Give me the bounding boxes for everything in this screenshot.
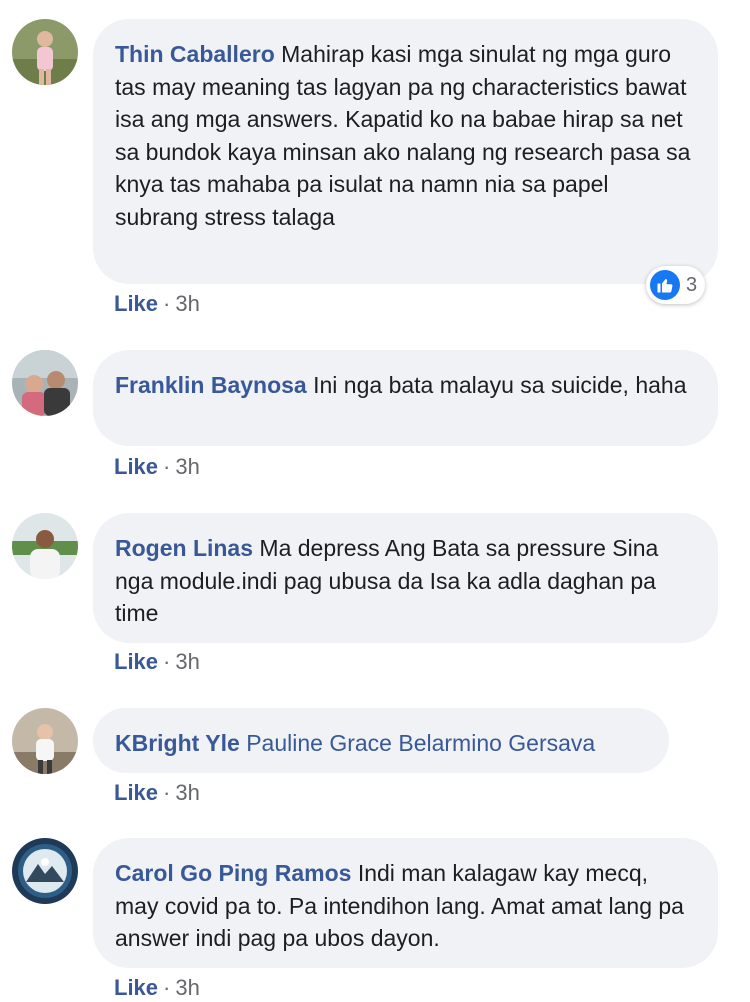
timestamp[interactable]: 3h [175,291,199,316]
avatar[interactable] [12,838,78,904]
comment-author[interactable]: Rogen Linas [115,535,253,561]
separator: · [163,291,171,316]
avatar[interactable] [12,513,78,579]
comment-meta: Like · 3h [114,291,200,317]
comment-meta: Like · 3h [114,975,200,1001]
separator: · [163,975,171,1000]
separator: · [163,454,171,479]
timestamp[interactable]: 3h [175,975,199,1000]
avatar[interactable] [12,19,78,85]
comment-bubble: Carol Go Ping Ramos Indi man kalagaw kay… [93,838,718,968]
separator: · [163,780,171,805]
comment-author[interactable]: Franklin Baynosa [115,372,307,398]
like-button[interactable]: Like [114,975,158,1000]
like-button[interactable]: Like [114,649,158,674]
comment-text: Mahirap kasi mga sinulat ng mga guro tas… [115,41,691,230]
timestamp[interactable]: 3h [175,649,199,674]
like-button[interactable]: Like [114,780,158,805]
timestamp[interactable]: 3h [175,780,199,805]
comment-bubble: Franklin Baynosa Ini nga bata malayu sa … [93,350,718,446]
reaction-count: 3 [686,273,698,296]
like-button[interactable]: Like [114,454,158,479]
comment-bubble: KBright Yle Pauline Grace Belarmino Gers… [93,708,669,773]
like-thumb-icon [650,270,680,300]
separator: · [163,649,171,674]
comment-author[interactable]: Carol Go Ping Ramos [115,860,351,886]
comment-author[interactable]: KBright Yle [115,730,240,756]
comment-meta: Like · 3h [114,454,200,480]
comment-bubble: Thin Caballero Mahirap kasi mga sinulat … [93,19,718,284]
reaction-summary[interactable]: 3 [646,266,706,304]
comment-meta: Like · 3h [114,649,200,675]
comment-meta: Like · 3h [114,780,200,806]
avatar[interactable] [12,350,78,416]
like-button[interactable]: Like [114,291,158,316]
timestamp[interactable]: 3h [175,454,199,479]
mentioned-user-link[interactable]: Pauline Grace Belarmino Gersava [246,730,595,756]
avatar[interactable] [12,708,78,774]
comment-text: Ini nga bata malayu sa suicide, haha [313,372,687,398]
comment-bubble: Rogen Linas Ma depress Ang Bata sa press… [93,513,718,643]
comment-author[interactable]: Thin Caballero [115,41,275,67]
